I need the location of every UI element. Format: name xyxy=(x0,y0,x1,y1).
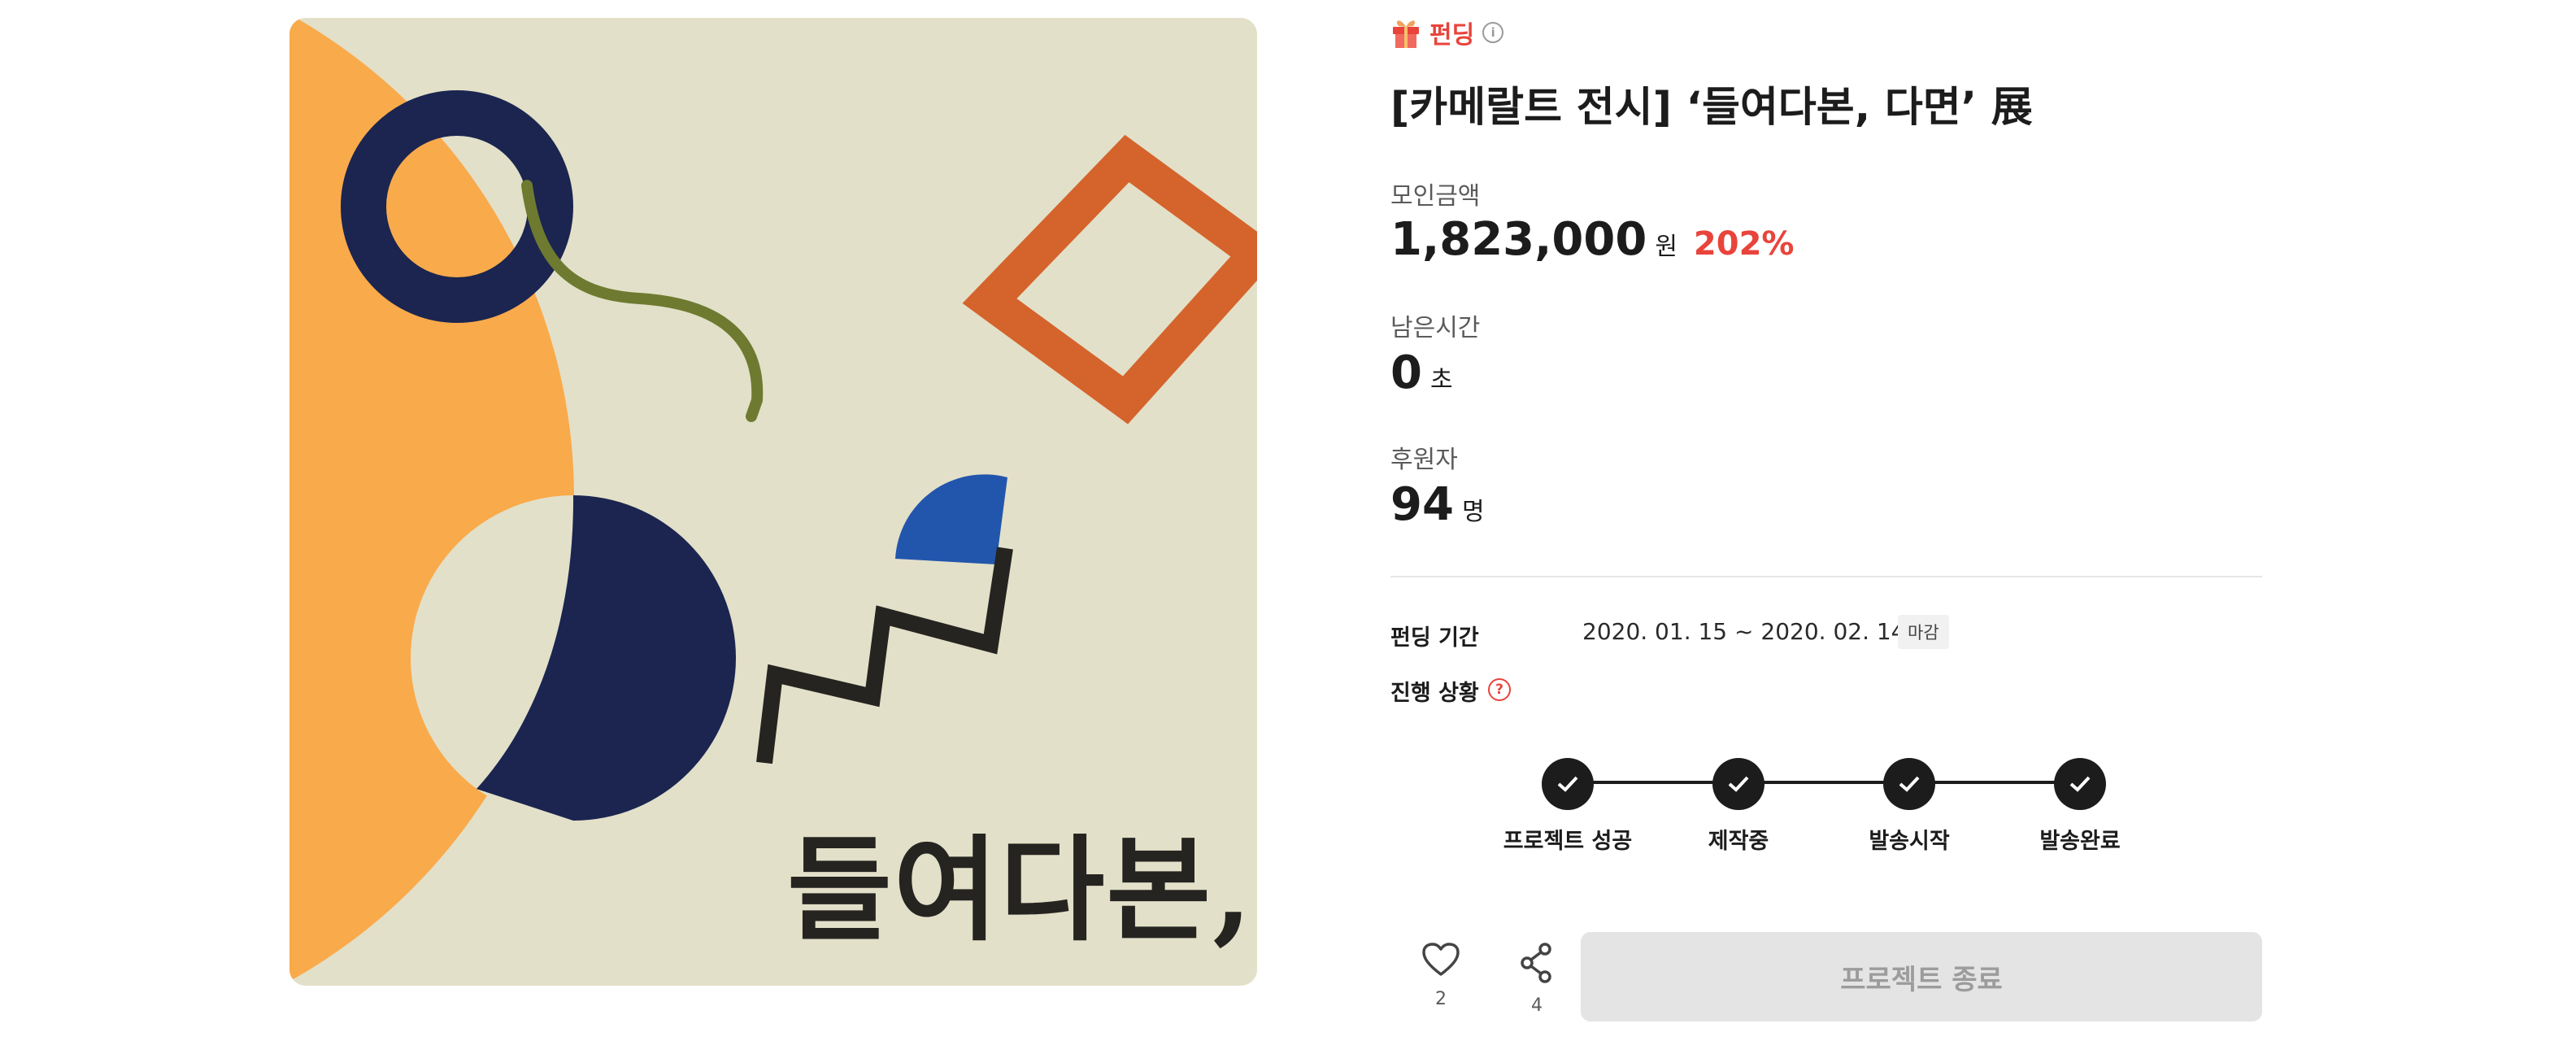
remaining-time-unit: 초 xyxy=(1429,366,1453,394)
divider xyxy=(1390,576,2262,577)
share-icon xyxy=(1521,943,1551,983)
remaining-time: 0 초 xyxy=(1390,346,1453,399)
check-icon xyxy=(1712,758,1764,810)
funding-period-value: 2020. 01. 15 ~ 2020. 02. 14 xyxy=(1582,618,1906,645)
check-icon xyxy=(1883,758,1935,810)
progress-step: 제작중 xyxy=(1641,758,1836,855)
check-icon xyxy=(2054,758,2106,810)
funding-period-label: 펀딩 기간 xyxy=(1390,625,1479,651)
progress-step: 발송시작 xyxy=(1812,758,2007,855)
raised-amount: 1,823,000 원 202% xyxy=(1390,213,1795,266)
backers: 94 명 xyxy=(1390,478,1485,531)
project-ended-button[interactable]: 프로젝트 종료 xyxy=(1581,932,2262,1021)
share-button[interactable]: 4 xyxy=(1504,942,1569,1016)
project-image: 들여다본, 다 xyxy=(289,18,1257,986)
info-icon[interactable]: i xyxy=(1482,22,1504,43)
share-count: 4 xyxy=(1531,995,1543,1016)
artwork-title-text: 들여다본, 다 xyxy=(787,824,1257,957)
category-row: 펀딩 i xyxy=(1390,15,1504,50)
progress-step-label: 발송완료 xyxy=(2039,829,2121,854)
project-title: [카메랄트 전시] ‘들여다본, 다면’ 展 xyxy=(1390,84,2033,132)
progress-step: 발송완료 xyxy=(1982,758,2178,855)
raised-amount-unit: 원 xyxy=(1655,233,1677,261)
status-badge: 마감 xyxy=(1898,615,1949,649)
backers-value: 94 xyxy=(1390,478,1454,531)
raised-amount-label: 모인금액 xyxy=(1390,182,1481,211)
like-button[interactable]: 2 xyxy=(1408,942,1473,1009)
remaining-time-label: 남은시간 xyxy=(1390,314,1481,342)
gift-icon xyxy=(1393,20,1419,48)
check-icon xyxy=(1542,758,1594,810)
progress-step-label: 프로젝트 성공 xyxy=(1503,829,1633,854)
category-label[interactable]: 펀딩 xyxy=(1429,15,1474,50)
progress-step-label: 제작중 xyxy=(1708,829,1769,854)
backers-unit: 명 xyxy=(1461,498,1485,526)
remaining-time-value: 0 xyxy=(1390,346,1422,399)
backers-label: 후원자 xyxy=(1390,446,1458,474)
project-info-panel: 펀딩 i [카메랄트 전시] ‘들여다본, 다면’ 展 모인금액 1,823,0… xyxy=(1390,0,2269,1041)
funding-percent: 202% xyxy=(1693,225,1795,263)
progress-step-label: 발송시작 xyxy=(1869,829,1950,854)
progress-status-label: 진행 상황 xyxy=(1390,681,1479,706)
like-count: 2 xyxy=(1435,989,1447,1009)
help-icon[interactable]: ? xyxy=(1488,678,1511,701)
raised-amount-value: 1,823,000 xyxy=(1390,213,1647,266)
progress-step: 프로젝트 성공 xyxy=(1470,758,1665,855)
heart-icon xyxy=(1422,943,1460,976)
